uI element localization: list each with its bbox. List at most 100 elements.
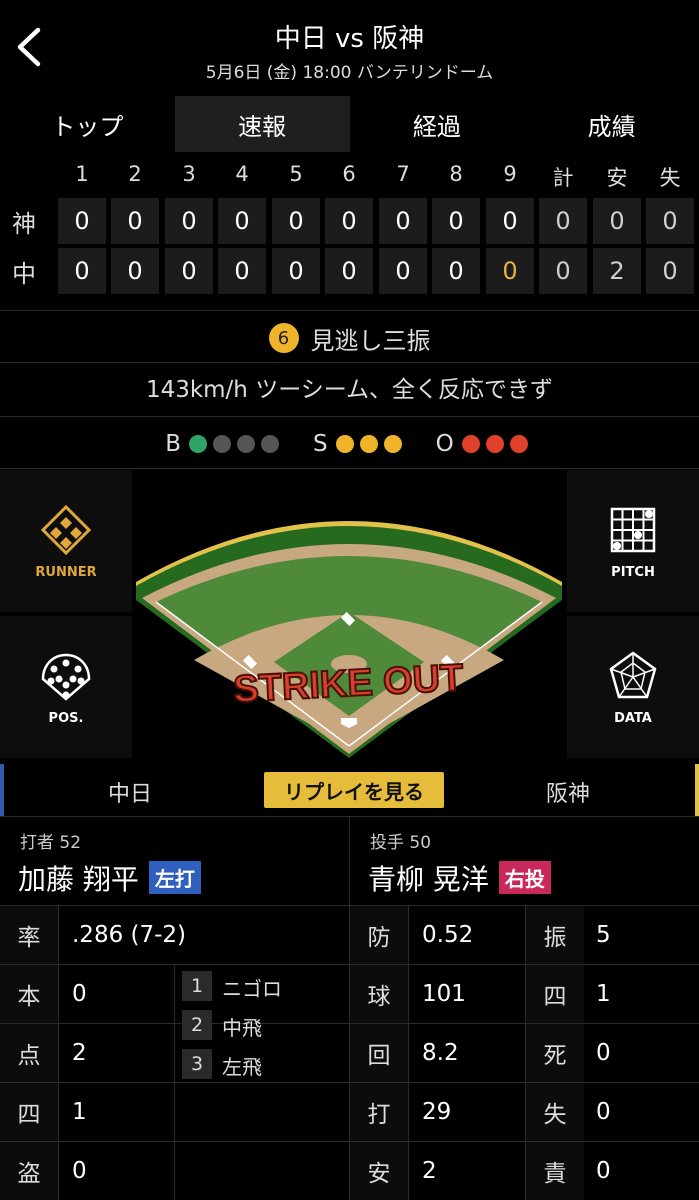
away-team-label: 阪神 xyxy=(546,782,591,807)
out-dot xyxy=(461,435,480,453)
inning-score-cell: 0 xyxy=(218,198,266,244)
strikes-label: S xyxy=(313,431,328,457)
strike-dot xyxy=(335,435,354,453)
stat-value: 2 xyxy=(422,1158,437,1184)
out-dot xyxy=(485,435,504,453)
total-cell: 0 xyxy=(539,248,587,294)
batter-role: 打者 52 xyxy=(20,833,82,853)
inning-header: 4 xyxy=(235,162,249,186)
inning-header: 1 xyxy=(75,162,89,186)
tab-progress[interactable]: 経過 xyxy=(350,96,525,152)
divider xyxy=(0,416,699,417)
divider xyxy=(408,906,409,1200)
tab-top[interactable]: トップ xyxy=(0,96,175,152)
inning-score-cell: 0 xyxy=(58,248,106,294)
tab-live[interactable]: 速報 xyxy=(174,96,350,152)
divider xyxy=(0,362,699,363)
divider xyxy=(0,310,699,311)
stat-value: 2 xyxy=(72,1040,87,1066)
balls-label: B xyxy=(165,431,182,457)
at-bat-result: 中飛 xyxy=(222,1016,262,1040)
stat-value: 0 xyxy=(596,1040,611,1066)
ball-dot xyxy=(213,435,232,453)
stat-value: 0 xyxy=(72,1158,87,1184)
header: 中日 vs 阪神 5月6日 (金) 18:00 バンテリンドーム xyxy=(0,0,699,92)
inning-header: 8 xyxy=(449,162,463,186)
inning-score-cell: 0 xyxy=(218,248,266,294)
stat-value: 8.2 xyxy=(422,1040,459,1066)
stat-label: 安 xyxy=(350,1142,408,1200)
field-graphic: STRIKE OUT xyxy=(136,521,562,758)
strike-dot xyxy=(359,435,378,453)
radar-chart-icon xyxy=(609,650,657,698)
stat-label: 盗 xyxy=(0,1142,58,1200)
runner-icon xyxy=(40,504,92,555)
at-bat-number: 2 xyxy=(182,1010,212,1040)
inning-score-cell: 0 xyxy=(432,198,480,244)
inning-score-cell: 0 xyxy=(272,198,320,244)
game-subtitle: 5月6日 (金) 18:00 バンテリンドーム xyxy=(205,63,494,83)
watch-replay-button[interactable]: リプレイを見る xyxy=(264,772,444,808)
ball-dot xyxy=(261,435,280,453)
pitch-label: PITCH xyxy=(611,564,655,580)
positions-label: POS. xyxy=(48,710,84,726)
strikes-indicator: S xyxy=(313,431,408,457)
batter-name: 加藤 翔平 xyxy=(18,863,139,896)
inning-score-cell: 0 xyxy=(165,198,213,244)
inning-score-cell: 0 xyxy=(111,248,159,294)
total-cell: 0 xyxy=(539,198,587,244)
stat-label: 球 xyxy=(350,965,408,1023)
balls-indicator: B xyxy=(165,431,285,457)
stat-label: 点 xyxy=(0,1024,58,1082)
stat-value: 0.52 xyxy=(422,922,474,948)
outs-label: O xyxy=(435,431,454,457)
inning-score-cell: 0 xyxy=(272,248,320,294)
total-cell: 0 xyxy=(593,198,641,244)
inning-score-cell: 0 xyxy=(325,198,373,244)
tab-stats[interactable]: 成績 xyxy=(524,96,699,152)
divider xyxy=(58,906,59,1200)
stat-value: 5 xyxy=(596,922,611,948)
data-button[interactable]: DATA xyxy=(567,616,699,760)
inning-score-cell: 0 xyxy=(379,198,427,244)
inning-score-cell: 0 xyxy=(111,198,159,244)
stat-value: 0 xyxy=(72,981,87,1007)
scoreboard-header: 1 2 3 4 5 6 7 8 9 計 安 失 xyxy=(0,162,699,196)
stat-label: 打 xyxy=(350,1083,408,1141)
at-bat-number: 1 xyxy=(182,971,212,1001)
runner-button[interactable]: RUNNER xyxy=(0,470,132,614)
pitcher-name-row: 青柳 晃洋 右投 xyxy=(368,858,551,898)
inning-header: 9 xyxy=(503,162,517,186)
inning-score-cell: 0 xyxy=(58,198,106,244)
stat-label: 本 xyxy=(0,965,58,1023)
stat-label: 四 xyxy=(0,1083,58,1141)
scoreboard-row-home: 中 000000000020 xyxy=(0,248,699,294)
inning-score-cell: 0 xyxy=(379,248,427,294)
team-label-away: 神 xyxy=(12,210,36,238)
inning-header: 6 xyxy=(342,162,356,186)
play-result: 6 見逃し三振 xyxy=(0,316,699,360)
home-team-label: 中日 xyxy=(108,782,153,807)
inning-score-cell: 0 xyxy=(165,248,213,294)
positions-button[interactable]: POS. xyxy=(0,616,132,760)
divider xyxy=(0,468,699,469)
pitch-button[interactable]: PITCH xyxy=(567,470,699,614)
ball-count: B S O xyxy=(0,424,699,464)
stat-value: 0 xyxy=(596,1099,611,1125)
inning-score-cell: 0 xyxy=(432,248,480,294)
inning-header: 3 xyxy=(182,162,196,186)
play-result-text: 見逃し三振 xyxy=(310,326,431,355)
throwing-hand-badge: 右投 xyxy=(498,861,551,894)
stat-label: 率 xyxy=(0,906,58,964)
stat-value: 1 xyxy=(596,981,611,1007)
stat-label: 振 xyxy=(526,906,584,964)
baseball-field: STRIKE OUT xyxy=(134,470,564,760)
scoreboard-row-away: 神 000000000000 xyxy=(0,198,699,244)
inning-header: 7 xyxy=(396,162,410,186)
at-bat-number: 3 xyxy=(182,1049,212,1079)
pitch-grid-icon xyxy=(610,507,656,552)
total-cell: 0 xyxy=(646,248,694,294)
runner-label: RUNNER xyxy=(35,564,97,580)
game-title: 中日 vs 阪神 xyxy=(274,24,425,54)
at-bat-result: ニゴロ xyxy=(222,977,282,1001)
